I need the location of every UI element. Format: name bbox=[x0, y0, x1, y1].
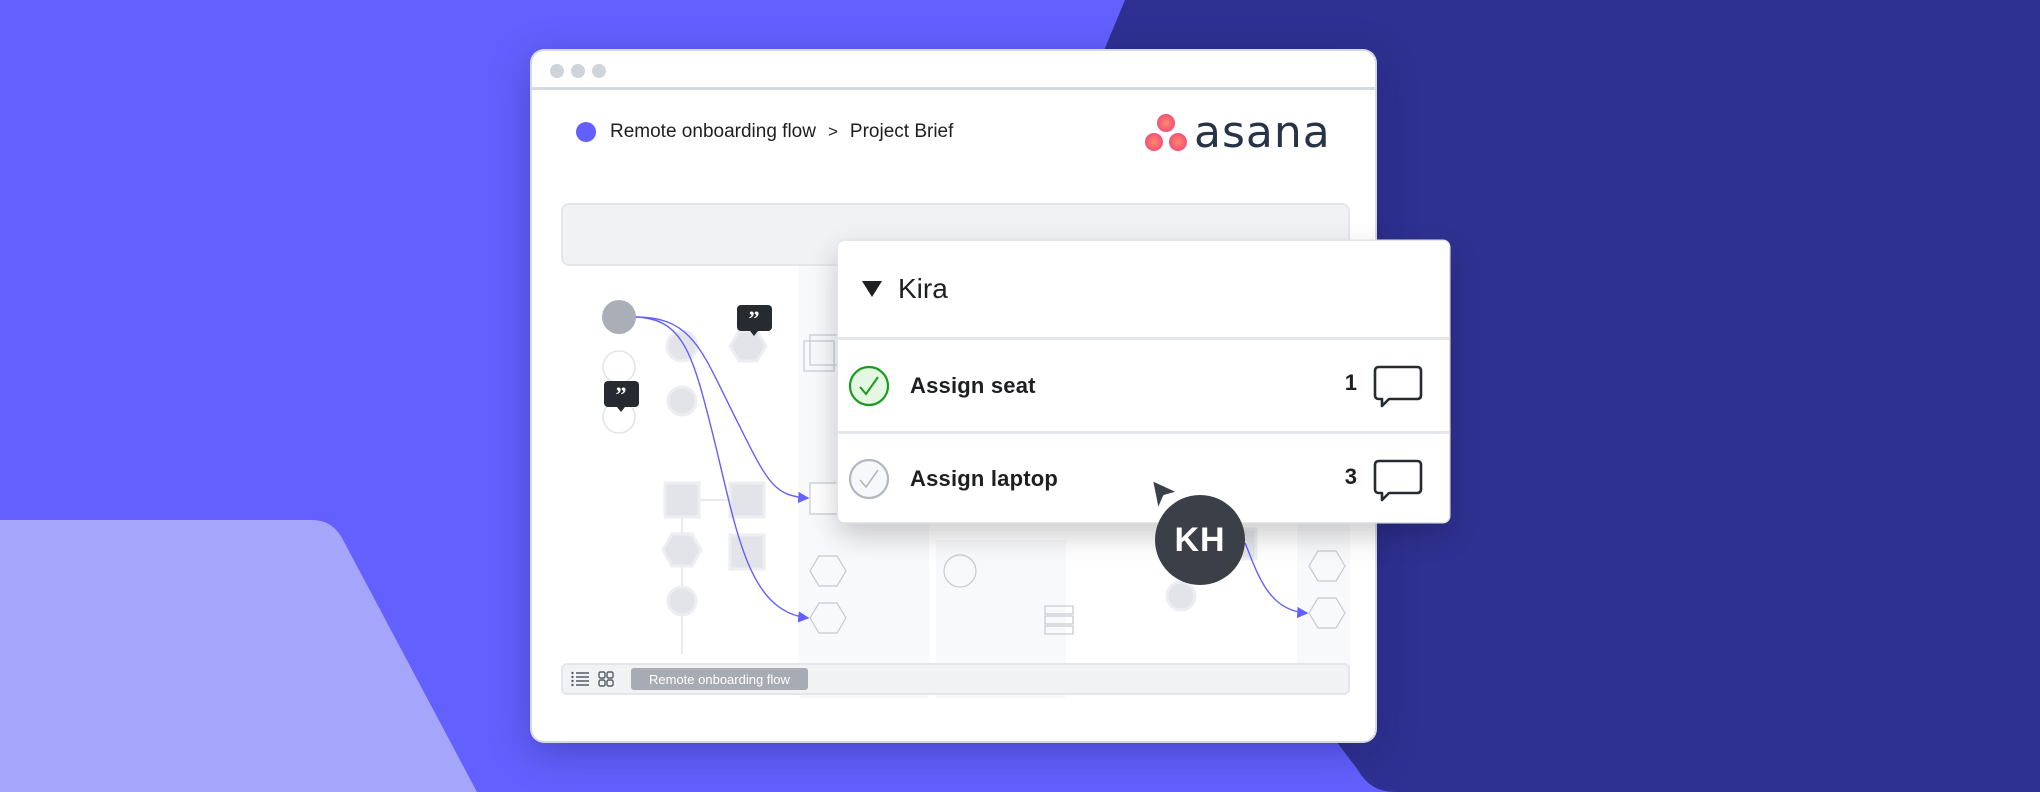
comment-count: 3 bbox=[1344, 464, 1357, 489]
diagram-node-circle bbox=[666, 385, 698, 417]
connector-arrow bbox=[635, 316, 810, 623]
task-row[interactable]: Assign laptop 3 bbox=[838, 431, 1449, 524]
diagram-node-hexagon bbox=[728, 329, 768, 363]
diagram-node-circle bbox=[665, 329, 699, 363]
comment-icon[interactable] bbox=[1373, 458, 1423, 502]
check-complete-icon[interactable] bbox=[848, 365, 890, 407]
grid-icon[interactable] bbox=[595, 668, 617, 690]
collaborator-avatar[interactable]: KH bbox=[1155, 495, 1245, 585]
diagram-node-circle bbox=[602, 350, 636, 384]
list-icon[interactable] bbox=[569, 668, 591, 690]
diagram-node-square bbox=[728, 481, 766, 519]
task-card-header[interactable]: Kira bbox=[838, 241, 1449, 340]
bottom-toolbar: Remote onboarding flow bbox=[561, 663, 1350, 695]
task-card: Kira Assign seat 1 Assign laptop 3 bbox=[838, 241, 1449, 522]
diagram-node-square bbox=[809, 482, 841, 515]
diagram-node-circle bbox=[1165, 580, 1197, 612]
comment-count: 1 bbox=[1344, 370, 1357, 395]
diagram-node-circle bbox=[666, 585, 698, 617]
comment-icon[interactable] bbox=[1373, 364, 1423, 408]
task-row[interactable]: Assign seat 1 bbox=[838, 340, 1449, 431]
diagram-node-square bbox=[663, 481, 701, 519]
svg-text:”: ” bbox=[616, 382, 627, 407]
start-node bbox=[602, 300, 636, 334]
tab-remote-onboarding-flow[interactable]: Remote onboarding flow bbox=[631, 668, 808, 690]
check-incomplete-icon[interactable] bbox=[848, 458, 890, 500]
svg-text:”: ” bbox=[749, 306, 760, 331]
task-label[interactable]: Assign seat bbox=[910, 373, 1036, 399]
assignee-name: Kira bbox=[898, 273, 948, 304]
task-label[interactable]: Assign laptop bbox=[910, 466, 1058, 492]
diagram-node-square bbox=[728, 533, 766, 571]
diagram-node-hexagon bbox=[661, 532, 703, 568]
caret-down-icon[interactable] bbox=[862, 281, 882, 297]
